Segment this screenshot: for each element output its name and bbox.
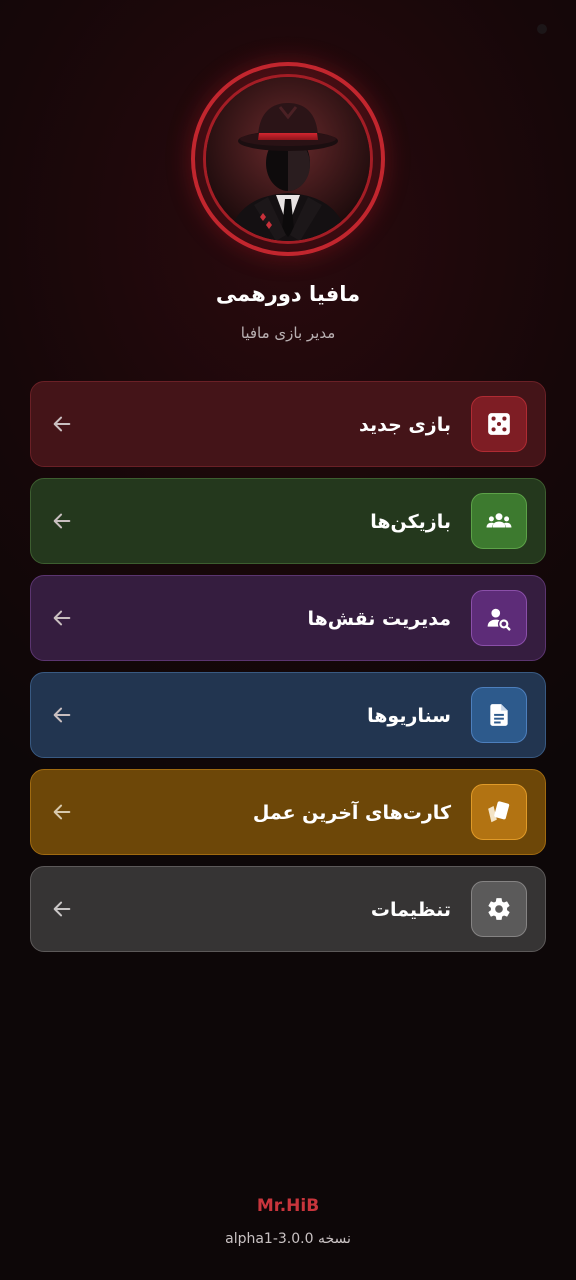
document-icon [471, 687, 527, 743]
cards-icon [471, 784, 527, 840]
group-icon [471, 493, 527, 549]
menu-item-scenarios[interactable]: سناریوها [30, 672, 546, 758]
app-title: مافیا دورهمی [215, 282, 361, 306]
mafia-hat-man-icon [203, 74, 373, 244]
author-credit: Mr.HiB [256, 1196, 320, 1216]
arrow-left-icon [53, 416, 71, 432]
person-search-icon [471, 590, 527, 646]
menu-item-settings[interactable]: تنظیمات [30, 866, 546, 952]
menu-item-last-action-cards[interactable]: کارت‌های آخرین عمل [30, 769, 546, 855]
menu-item-label: سناریوها [367, 705, 451, 727]
version-label: نسخه alpha1-3.0.0 [225, 1231, 351, 1247]
app-logo [191, 62, 385, 256]
menu-item-players[interactable]: بازیکن‌ها [30, 478, 546, 564]
menu-item-label: بازی جدید [358, 414, 451, 436]
gear-icon [471, 881, 527, 937]
menu-item-label: تنظیمات [370, 899, 451, 921]
menu-item-label: مدیریت نقش‌ها [307, 608, 451, 630]
menu-item-new-game[interactable]: بازی جدید [30, 381, 546, 467]
menu-item-label: کارت‌های آخرین عمل [252, 802, 451, 824]
arrow-left-icon [53, 707, 71, 723]
app-subtitle: مدیر بازی مافیا [240, 324, 336, 342]
arrow-left-icon [53, 804, 71, 820]
menu-item-role-management[interactable]: مدیریت نقش‌ها [30, 575, 546, 661]
arrow-left-icon [53, 513, 71, 529]
arrow-left-icon [53, 610, 71, 626]
menu-item-label: بازیکن‌ها [370, 511, 451, 533]
arrow-left-icon [53, 901, 71, 917]
dice-icon [471, 396, 527, 452]
camera-dot [537, 24, 547, 34]
